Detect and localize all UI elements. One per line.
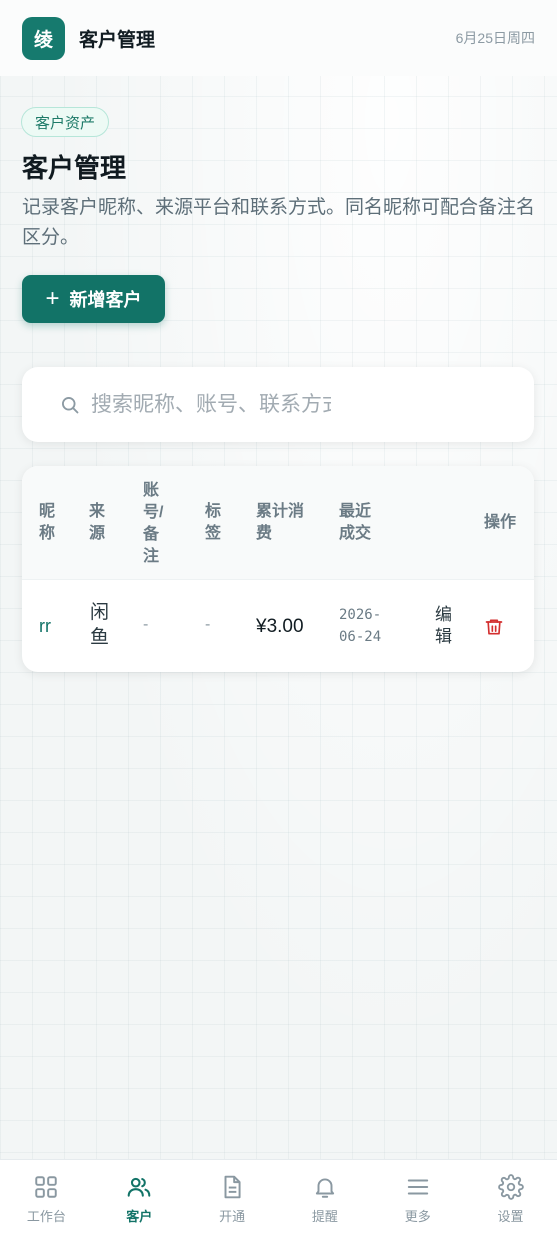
header-nickname: 昵 称 (39, 503, 56, 542)
cell-recent: 2026- 06-24 (339, 607, 382, 645)
header-date: 6月25日周四 (455, 30, 535, 46)
page-description: 记录客户昵称、来源平台和联系方式。同名昵称可配合备注名区分。 (22, 197, 536, 248)
gear-icon (497, 1174, 524, 1200)
page-title: 客户管理 (22, 154, 127, 184)
table-header: 昵 称 来 源 账 号/ 备 注 标 签 累计消 费 最近 成交 操作 (22, 466, 534, 580)
app-logo: 绫 (22, 16, 65, 60)
document-icon (224, 1175, 241, 1199)
nav-item-reminders[interactable]: 提醒 (278, 1160, 371, 1236)
nav-item-more[interactable]: 更多 (371, 1160, 464, 1236)
nav-label: 设置 (497, 1209, 524, 1224)
bottom-nav: 工作台 客户 开通 提醒 更多 设置 (0, 1159, 557, 1236)
nav-label: 客户 (126, 1209, 153, 1224)
header-recent: 最近 成交 (339, 503, 372, 542)
nav-label: 提醒 (311, 1209, 338, 1224)
add-customer-label: 新增客户 (69, 290, 142, 310)
header-source: 来 源 (89, 503, 106, 542)
header-account: 账 号/ 备 注 (143, 482, 164, 565)
search-icon (62, 396, 79, 413)
menu-icon (407, 1179, 428, 1195)
nav-label: 工作台 (26, 1209, 66, 1224)
bell-icon (315, 1178, 334, 1198)
edit-button[interactable]: 编 辑 (435, 604, 452, 648)
section-badge: 客户资产 (21, 107, 110, 137)
grid-icon (35, 1176, 58, 1198)
nav-label: 更多 (404, 1209, 431, 1224)
app-header: 绫 客户管理 6月25日周四 (0, 0, 557, 76)
trash-icon (485, 619, 503, 635)
nav-item-activation[interactable]: 开通 (186, 1160, 279, 1236)
search-input[interactable] (91, 392, 331, 417)
cell-account: - (143, 616, 149, 633)
nav-item-settings[interactable]: 设置 (464, 1160, 557, 1236)
header-total: 累计消 费 (256, 503, 305, 542)
nav-item-customers[interactable]: 客户 (93, 1160, 186, 1236)
nav-label: 开通 (219, 1209, 246, 1224)
cell-source: 闲 鱼 (90, 602, 110, 648)
users-icon (127, 1177, 151, 1197)
header-tag: 标 签 (205, 503, 222, 542)
search-box[interactable] (22, 367, 534, 442)
cell-tag: - (205, 616, 211, 633)
customer-table: 昵 称 来 源 账 号/ 备 注 标 签 累计消 费 最近 成交 操作 rr 闲 (22, 466, 534, 672)
add-customer-button[interactable]: + 新增客户 (22, 275, 165, 323)
cell-total: ¥3.00 (256, 616, 304, 637)
app-title: 客户管理 (79, 29, 156, 51)
delete-button[interactable] (484, 617, 504, 642)
cell-nickname: rr (39, 616, 51, 636)
nav-item-workbench[interactable]: 工作台 (0, 1160, 93, 1236)
header-action: 操作 (484, 514, 517, 531)
plus-icon: + (45, 285, 60, 312)
